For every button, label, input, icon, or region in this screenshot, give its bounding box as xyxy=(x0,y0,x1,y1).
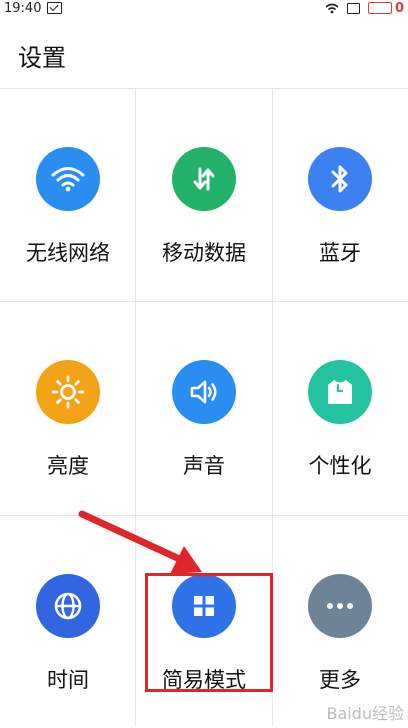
tile-brightness[interactable]: 亮度 xyxy=(0,302,136,514)
tile-label: 声音 xyxy=(183,454,225,478)
tile-label: 移动数据 xyxy=(162,241,246,265)
tile-bluetooth[interactable]: 蓝牙 xyxy=(272,89,408,301)
tile-personalize[interactable]: 个性化 xyxy=(272,302,408,514)
tile-label: 无线网络 xyxy=(26,241,110,265)
watermark: Baidu经验 xyxy=(326,704,404,723)
battery-level: 0 xyxy=(394,0,404,16)
shirt-icon xyxy=(308,360,372,424)
status-time: 19:40 xyxy=(4,0,42,16)
message-icon xyxy=(47,2,63,14)
battery-icon xyxy=(367,2,392,14)
settings-header: 设置 xyxy=(0,16,408,88)
annotation-arrow xyxy=(78,510,202,574)
tile-label: 蓝牙 xyxy=(319,241,361,265)
tile-label: 亮度 xyxy=(47,454,89,478)
tile-label: 个性化 xyxy=(308,454,372,478)
tile-mobile-data[interactable]: 移动数据 xyxy=(136,89,272,301)
tile-sound[interactable]: 声音 xyxy=(136,302,272,514)
sun-icon xyxy=(36,360,100,424)
data-transfer-icon xyxy=(172,147,236,211)
wifi-status-icon xyxy=(325,3,339,13)
tile-wifi[interactable]: 无线网络 xyxy=(0,89,136,301)
tile-label: 时间 xyxy=(47,668,89,692)
speaker-icon xyxy=(172,360,236,424)
battery-indicator: 0 xyxy=(367,0,404,16)
more-icon xyxy=(308,574,372,638)
bluetooth-icon xyxy=(308,147,372,211)
page-title: 设置 xyxy=(18,44,66,72)
screen-icon xyxy=(346,2,360,14)
wifi-icon xyxy=(36,147,100,211)
status-bar: 19:40 0 xyxy=(0,0,408,16)
tile-more[interactable]: 更多 xyxy=(272,516,408,728)
highlight-box xyxy=(145,573,273,692)
tile-label: 更多 xyxy=(319,668,361,692)
